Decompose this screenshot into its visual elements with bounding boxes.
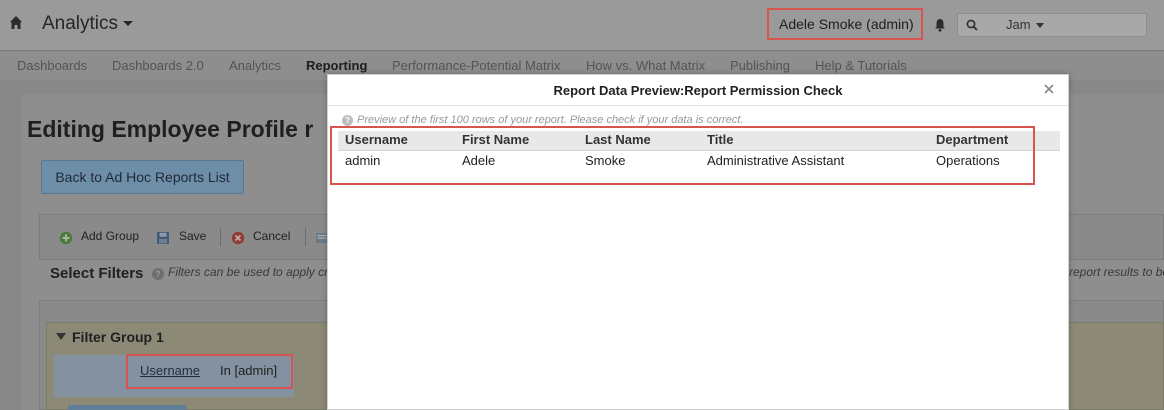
save-button[interactable]: Save bbox=[179, 229, 206, 243]
bell-icon[interactable] bbox=[934, 18, 946, 32]
nav-item-analytics[interactable]: Analytics bbox=[229, 58, 281, 73]
nav-item-reporting[interactable]: Reporting bbox=[306, 58, 367, 73]
nav-item-help-tutorials[interactable]: Help & Tutorials bbox=[815, 58, 907, 73]
app-switcher[interactable]: Analytics bbox=[42, 13, 134, 35]
nav-item-how-vs-what-matrix[interactable]: How vs. What Matrix bbox=[586, 58, 705, 73]
page-title: Editing Employee Profile r bbox=[27, 116, 314, 142]
nav-item-publishing[interactable]: Publishing bbox=[730, 58, 790, 73]
nav-item-dashboards[interactable]: Dashboards bbox=[17, 58, 87, 73]
nav-item-dashboards-2[interactable]: Dashboards 2.0 bbox=[112, 58, 204, 73]
toolbar-divider bbox=[305, 228, 306, 246]
add-group-icon bbox=[59, 231, 73, 245]
top-header: Analytics Adele Smoke (admin) Jam bbox=[0, 0, 1164, 56]
back-to-reports-button[interactable]: Back to Ad Hoc Reports List bbox=[41, 160, 244, 194]
filters-description: Filters can be used to apply cri bbox=[168, 265, 331, 279]
report-preview-dialog: Report Data Preview:Report Permission Ch… bbox=[327, 74, 1069, 410]
nav-item-performance-potential-matrix[interactable]: Performance-Potential Matrix bbox=[392, 58, 560, 73]
help-icon: ? bbox=[152, 268, 164, 280]
cancel-icon bbox=[231, 231, 245, 245]
filters-title: Select Filters bbox=[50, 265, 144, 282]
chevron-down-icon bbox=[123, 21, 134, 27]
collapse-triangle-icon[interactable] bbox=[56, 333, 66, 340]
chevron-down-icon bbox=[1035, 23, 1044, 29]
highlight-box bbox=[126, 354, 293, 389]
dialog-title: Report Data Preview:Report Permission Ch… bbox=[553, 83, 843, 98]
app-title: Analytics bbox=[42, 13, 119, 34]
preview-note: ? Preview of the first 100 rows of your r… bbox=[342, 114, 743, 126]
filters-description-tail: report results to be bbox=[1069, 265, 1164, 279]
jam-label: Jam bbox=[1006, 17, 1031, 32]
jam-menu[interactable]: Jam bbox=[1006, 17, 1044, 32]
search-icon bbox=[966, 19, 978, 31]
filter-group-title: Filter Group 1 bbox=[72, 329, 164, 345]
user-menu[interactable]: Adele Smoke (admin) bbox=[767, 8, 923, 56]
save-icon bbox=[157, 232, 169, 244]
dialog-header: Report Data Preview:Report Permission Ch… bbox=[328, 75, 1068, 106]
cancel-button[interactable]: Cancel bbox=[253, 229, 290, 243]
search-box[interactable] bbox=[957, 13, 1147, 37]
preview-note-text: Preview of the first 100 rows of your re… bbox=[357, 114, 744, 126]
user-name: Adele Smoke (admin) bbox=[779, 16, 914, 32]
add-group-button[interactable]: Add Group bbox=[81, 229, 139, 243]
add-filter-button[interactable] bbox=[68, 405, 186, 410]
help-icon: ? bbox=[342, 115, 353, 126]
close-icon[interactable] bbox=[1042, 82, 1056, 96]
home-icon[interactable] bbox=[9, 15, 23, 31]
highlight-box bbox=[330, 126, 1035, 185]
toolbar-divider bbox=[220, 228, 221, 246]
